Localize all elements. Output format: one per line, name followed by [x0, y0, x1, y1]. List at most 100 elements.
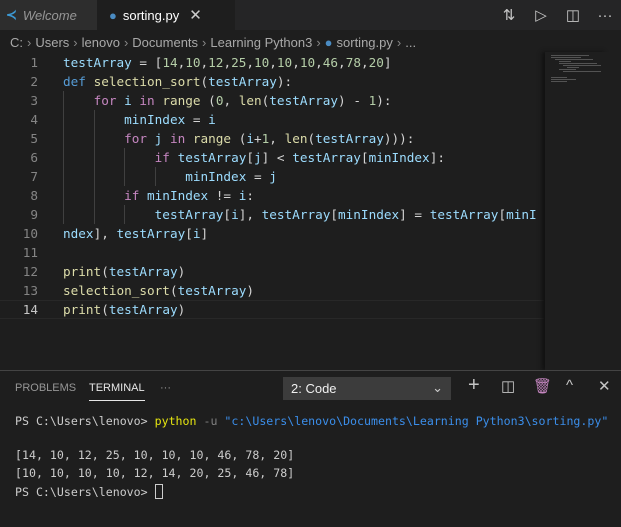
code-token: selection_sort: [93, 74, 201, 89]
code-token: ]: [383, 55, 392, 70]
line-number: 3: [30, 93, 38, 108]
breadcrumb-item[interactable]: ...: [405, 35, 416, 50]
code-token: ,: [269, 131, 285, 146]
code-token: :: [246, 188, 254, 203]
chevron-right-icon: ›: [396, 34, 402, 50]
minimap-line: [551, 79, 576, 80]
code-token: print: [63, 264, 102, 279]
close-icon[interactable]: ✕: [189, 6, 202, 24]
breadcrumb-item[interactable]: C:: [10, 35, 23, 50]
breadcrumb-item[interactable]: lenovo: [82, 35, 120, 50]
chevron-right-icon: ›: [202, 34, 207, 50]
code-token: 10: [185, 55, 201, 70]
maximize-icon[interactable]: ^: [566, 377, 573, 394]
minimap-line: [555, 59, 593, 60]
breadcrumb: C: › Users › lenovo › Documents › Learning P…: [10, 33, 416, 51]
terminal-select[interactable]: 2: Code ⌄: [283, 377, 451, 400]
code-token: for: [124, 131, 148, 146]
line-number: 13: [22, 283, 38, 298]
tab-terminal[interactable]: TERMINAL: [89, 382, 145, 401]
minimap[interactable]: [545, 52, 607, 370]
line-number: 5: [30, 131, 38, 146]
code-token: ,: [315, 55, 323, 70]
code-token: testArray: [108, 264, 178, 279]
code-line: testArray = [14,10,12,25,10,10,10,46,78,…: [63, 53, 543, 72]
terminal-cursor: [154, 484, 163, 499]
code-token: 14: [162, 55, 178, 70]
code-token: for: [93, 93, 117, 108]
code-token: testArray: [116, 226, 186, 241]
run-icon[interactable]: ▷: [525, 6, 557, 24]
tab-problems[interactable]: PROBLEMS: [15, 382, 76, 394]
minimap-line: [551, 77, 567, 78]
code-token: i: [124, 93, 132, 108]
trash-icon[interactable]: 🗑: [533, 377, 552, 395]
code-token: minIndex: [124, 112, 186, 127]
code-token: minIndex: [185, 169, 247, 184]
close-icon[interactable]: ✕: [598, 377, 611, 395]
code-token: ,: [269, 55, 277, 70]
split-editor-icon[interactable]: ◫: [557, 6, 589, 24]
line-number: 9: [30, 207, 38, 222]
code-editor[interactable]: 1 testArray = [14,10,12,25,10,10,10,46,78…: [0, 52, 621, 370]
more-icon[interactable]: ···: [589, 7, 621, 24]
code-token: ): [177, 264, 186, 279]
line-number: 10: [22, 226, 38, 241]
code-token: 78: [345, 55, 361, 70]
code-line: if testArray[j] < testArray[minIndex]:: [63, 148, 543, 167]
panel-more-icon[interactable]: ···: [160, 382, 171, 394]
terminal-flag: -u: [196, 414, 225, 428]
code-token: (: [101, 264, 109, 279]
terminal-prompt-line[interactable]: PS C:\Users\lenovo>: [15, 484, 615, 499]
code-token: [: [223, 207, 232, 222]
code-token: ,: [223, 93, 239, 108]
vertical-scrollbar[interactable]: [607, 52, 621, 370]
terminal-command-line: PS C:\Users\lenovo> python -u "c:\Users\…: [15, 414, 615, 428]
tab-welcome[interactable]: ≺ Welcome: [0, 0, 97, 30]
code-line: minIndex = i: [63, 110, 543, 129]
code-token: (: [231, 131, 247, 146]
breadcrumb-item[interactable]: Users: [35, 35, 69, 50]
tab-sorting-py[interactable]: ● sorting.py ✕: [97, 0, 235, 30]
minimap-line: [551, 55, 589, 56]
split-icon[interactable]: ◫: [501, 377, 515, 395]
code-token: testArray: [177, 283, 247, 298]
code-token: len: [284, 131, 308, 146]
code-token: minIndex: [338, 207, 400, 222]
code-token: [: [246, 150, 254, 165]
tab-label: sorting.py: [122, 7, 180, 23]
minimap-line: [559, 61, 571, 62]
add-icon[interactable]: +: [468, 374, 480, 397]
line-number: 7: [30, 169, 38, 184]
code-token: 10: [276, 55, 293, 70]
line-number: 12: [22, 264, 38, 279]
breadcrumb-item[interactable]: Learning Python3: [210, 35, 312, 50]
terminal-select-value: 2: Code: [291, 381, 337, 396]
bottom-panel: PROBLEMS TERMINAL ··· 2: Code ⌄ + ◫ 🗑 ^ …: [0, 370, 621, 527]
minimap-line: [551, 57, 581, 58]
code-token: ,: [200, 55, 209, 70]
line-number: 8: [30, 188, 38, 203]
code-token: minIndex: [147, 188, 209, 203]
code-token: (: [200, 74, 209, 89]
code-token: testArray: [208, 74, 277, 89]
breadcrumb-item[interactable]: Documents: [132, 35, 198, 50]
code-token: testArray: [108, 302, 178, 317]
chevron-right-icon: ›: [123, 34, 129, 50]
code-token: +: [254, 131, 262, 146]
code-token: len: [238, 93, 262, 108]
compare-changes-icon[interactable]: ⇅: [493, 6, 525, 24]
code-token: ):: [376, 93, 392, 108]
code-token: 20: [368, 55, 384, 70]
breadcrumb-item[interactable]: sorting.py: [337, 35, 393, 50]
code-token: i: [231, 207, 239, 222]
minimap-line: [559, 63, 597, 64]
code-token: (: [101, 302, 109, 317]
code-token: 12: [208, 55, 224, 70]
code-token: [: [360, 150, 369, 165]
code-line: testArray[i], testArray[minIndex] = test…: [63, 205, 543, 243]
